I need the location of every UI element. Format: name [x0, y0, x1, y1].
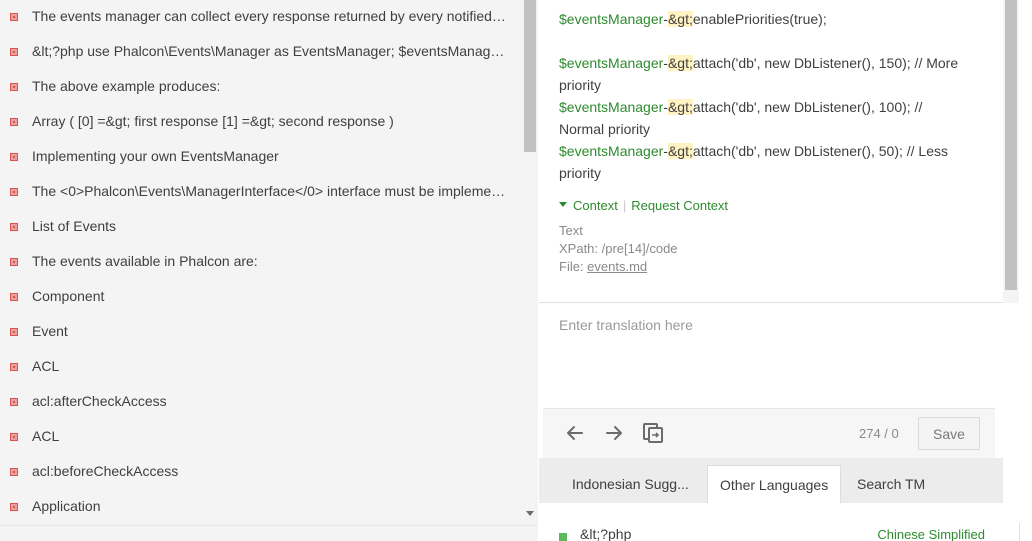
- untranslated-status-icon: [10, 188, 18, 196]
- suggestion-status-icon: [559, 533, 567, 541]
- caret-down-icon[interactable]: [559, 202, 567, 208]
- list-item[interactable]: List of Events: [0, 210, 522, 245]
- tab-other-languages[interactable]: Other Languages: [707, 465, 842, 503]
- list-item-text: Application: [32, 498, 101, 514]
- list-item[interactable]: Event: [0, 315, 522, 350]
- source-scrollbar[interactable]: [1003, 0, 1019, 303]
- list-item-text: The events available in Phalcon are:: [32, 253, 258, 269]
- list-item[interactable]: acl:afterCheckAccess: [0, 385, 522, 420]
- untranslated-status-icon: [10, 258, 18, 266]
- tab-search-tm[interactable]: Search TM: [845, 465, 937, 503]
- untranslated-status-icon: [10, 433, 18, 441]
- untranslated-status-icon: [10, 468, 18, 476]
- scroll-down-icon[interactable]: [526, 511, 534, 516]
- strings-list: The events manager can collect every res…: [0, 0, 522, 525]
- arrow-right-icon[interactable]: [602, 421, 626, 445]
- translation-input[interactable]: [559, 317, 983, 397]
- translation-area: [539, 304, 1003, 408]
- request-context-link[interactable]: Request Context: [631, 198, 728, 213]
- source-string: $eventsManager-&gt;enablePriorities(true…: [539, 0, 1003, 303]
- untranslated-status-icon: [10, 118, 18, 126]
- suggestion-language: Chinese Simplified: [877, 527, 985, 541]
- source-line-cont: priority: [559, 77, 602, 93]
- scrollbar-thumb[interactable]: [524, 0, 536, 152]
- list-item-text: acl:afterCheckAccess: [32, 393, 167, 409]
- list-item[interactable]: acl:beforeCheckAccess: [0, 455, 522, 490]
- list-item[interactable]: Component: [0, 280, 522, 315]
- list-item-text: List of Events: [32, 218, 117, 234]
- untranslated-status-icon: [10, 363, 18, 371]
- context-separator: |: [622, 198, 627, 213]
- string-type: Text: [559, 223, 583, 238]
- editor-panel: $eventsManager-&gt;enablePriorities(true…: [539, 0, 1032, 541]
- save-button[interactable]: Save: [918, 417, 980, 450]
- list-item-text: Implementing your own EventsManager: [32, 148, 279, 164]
- context-toggle-row: Context | Request Context: [559, 197, 983, 215]
- untranslated-status-icon: [10, 153, 18, 161]
- list-item[interactable]: The events available in Phalcon are:: [0, 245, 522, 280]
- source-scrollbar-thumb[interactable]: [1005, 0, 1017, 290]
- source-blank-line: [559, 30, 983, 52]
- list-item-text: acl:beforeCheckAccess: [32, 463, 179, 479]
- list-item[interactable]: The events manager can collect every res…: [0, 0, 522, 35]
- untranslated-status-icon: [10, 503, 18, 511]
- list-item[interactable]: The <0>Phalcon\Events\ManagerInterface</…: [0, 175, 522, 210]
- untranslated-status-icon: [10, 48, 18, 56]
- other-language-suggestion[interactable]: &lt;?php Chinese Simplified: [539, 503, 1003, 541]
- list-item-text: The events manager can collect every res…: [32, 8, 508, 24]
- suggestion-text: &lt;?php: [580, 526, 632, 541]
- arrow-left-icon[interactable]: [563, 421, 587, 445]
- untranslated-status-icon: [10, 83, 18, 91]
- list-item-text: &lt;?php use Phalcon\Events\Manager as E…: [32, 43, 508, 59]
- string-xpath: XPath: /pre[14]/code: [559, 241, 678, 256]
- helper-tabs: Indonesian Sugg... Other Languages Searc…: [539, 458, 1003, 503]
- list-item-text: ACL: [32, 428, 60, 444]
- list-item-text: Component: [32, 288, 105, 304]
- list-item-text: The above example produces:: [32, 78, 221, 94]
- list-item[interactable]: Array ( [0] =&gt; first response [1] =&g…: [0, 105, 522, 140]
- list-item[interactable]: Application: [0, 490, 522, 525]
- character-counter: 274 / 0: [859, 426, 899, 441]
- strings-panel: The events manager can collect every res…: [0, 0, 538, 541]
- untranslated-status-icon: [10, 293, 18, 301]
- list-item[interactable]: &lt;?php use Phalcon\Events\Manager as E…: [0, 35, 522, 70]
- list-item-text: The <0>Phalcon\Events\ManagerInterface</…: [32, 183, 508, 199]
- untranslated-status-icon: [10, 13, 18, 21]
- context-link[interactable]: Context: [573, 198, 618, 213]
- source-line-cont: Normal priority: [559, 121, 651, 137]
- untranslated-status-icon: [10, 398, 18, 406]
- list-item-text: ACL: [32, 358, 60, 374]
- list-item[interactable]: ACL: [0, 420, 522, 455]
- copy-source-icon[interactable]: [641, 421, 665, 445]
- source-line: $eventsManager-&gt;attach('db', new DbLi…: [559, 99, 923, 115]
- window-edge: [1019, 523, 1032, 541]
- untranslated-status-icon: [10, 328, 18, 336]
- tab-indonesian-suggestions[interactable]: Indonesian Sugg...: [560, 465, 701, 503]
- untranslated-status-icon: [10, 223, 18, 231]
- strings-scrollbar[interactable]: [522, 0, 538, 525]
- source-line: $eventsManager-&gt;enablePriorities(true…: [559, 11, 827, 27]
- string-file: File: events.md: [559, 259, 648, 274]
- editor-toolbar: 274 / 0 Save: [543, 408, 995, 458]
- source-line-cont: priority: [559, 165, 602, 181]
- file-link[interactable]: events.md: [587, 259, 647, 274]
- list-item[interactable]: Implementing your own EventsManager: [0, 140, 522, 175]
- list-item-text: Array ( [0] =&gt; first response [1] =&g…: [32, 113, 394, 129]
- source-line: $eventsManager-&gt;attach('db', new DbLi…: [559, 55, 959, 71]
- source-line: $eventsManager-&gt;attach('db', new DbLi…: [559, 143, 949, 159]
- list-item[interactable]: ACL: [0, 350, 522, 385]
- list-item[interactable]: The above example produces:: [0, 70, 522, 105]
- strings-panel-footer: [0, 525, 538, 541]
- list-item-text: Event: [32, 323, 68, 339]
